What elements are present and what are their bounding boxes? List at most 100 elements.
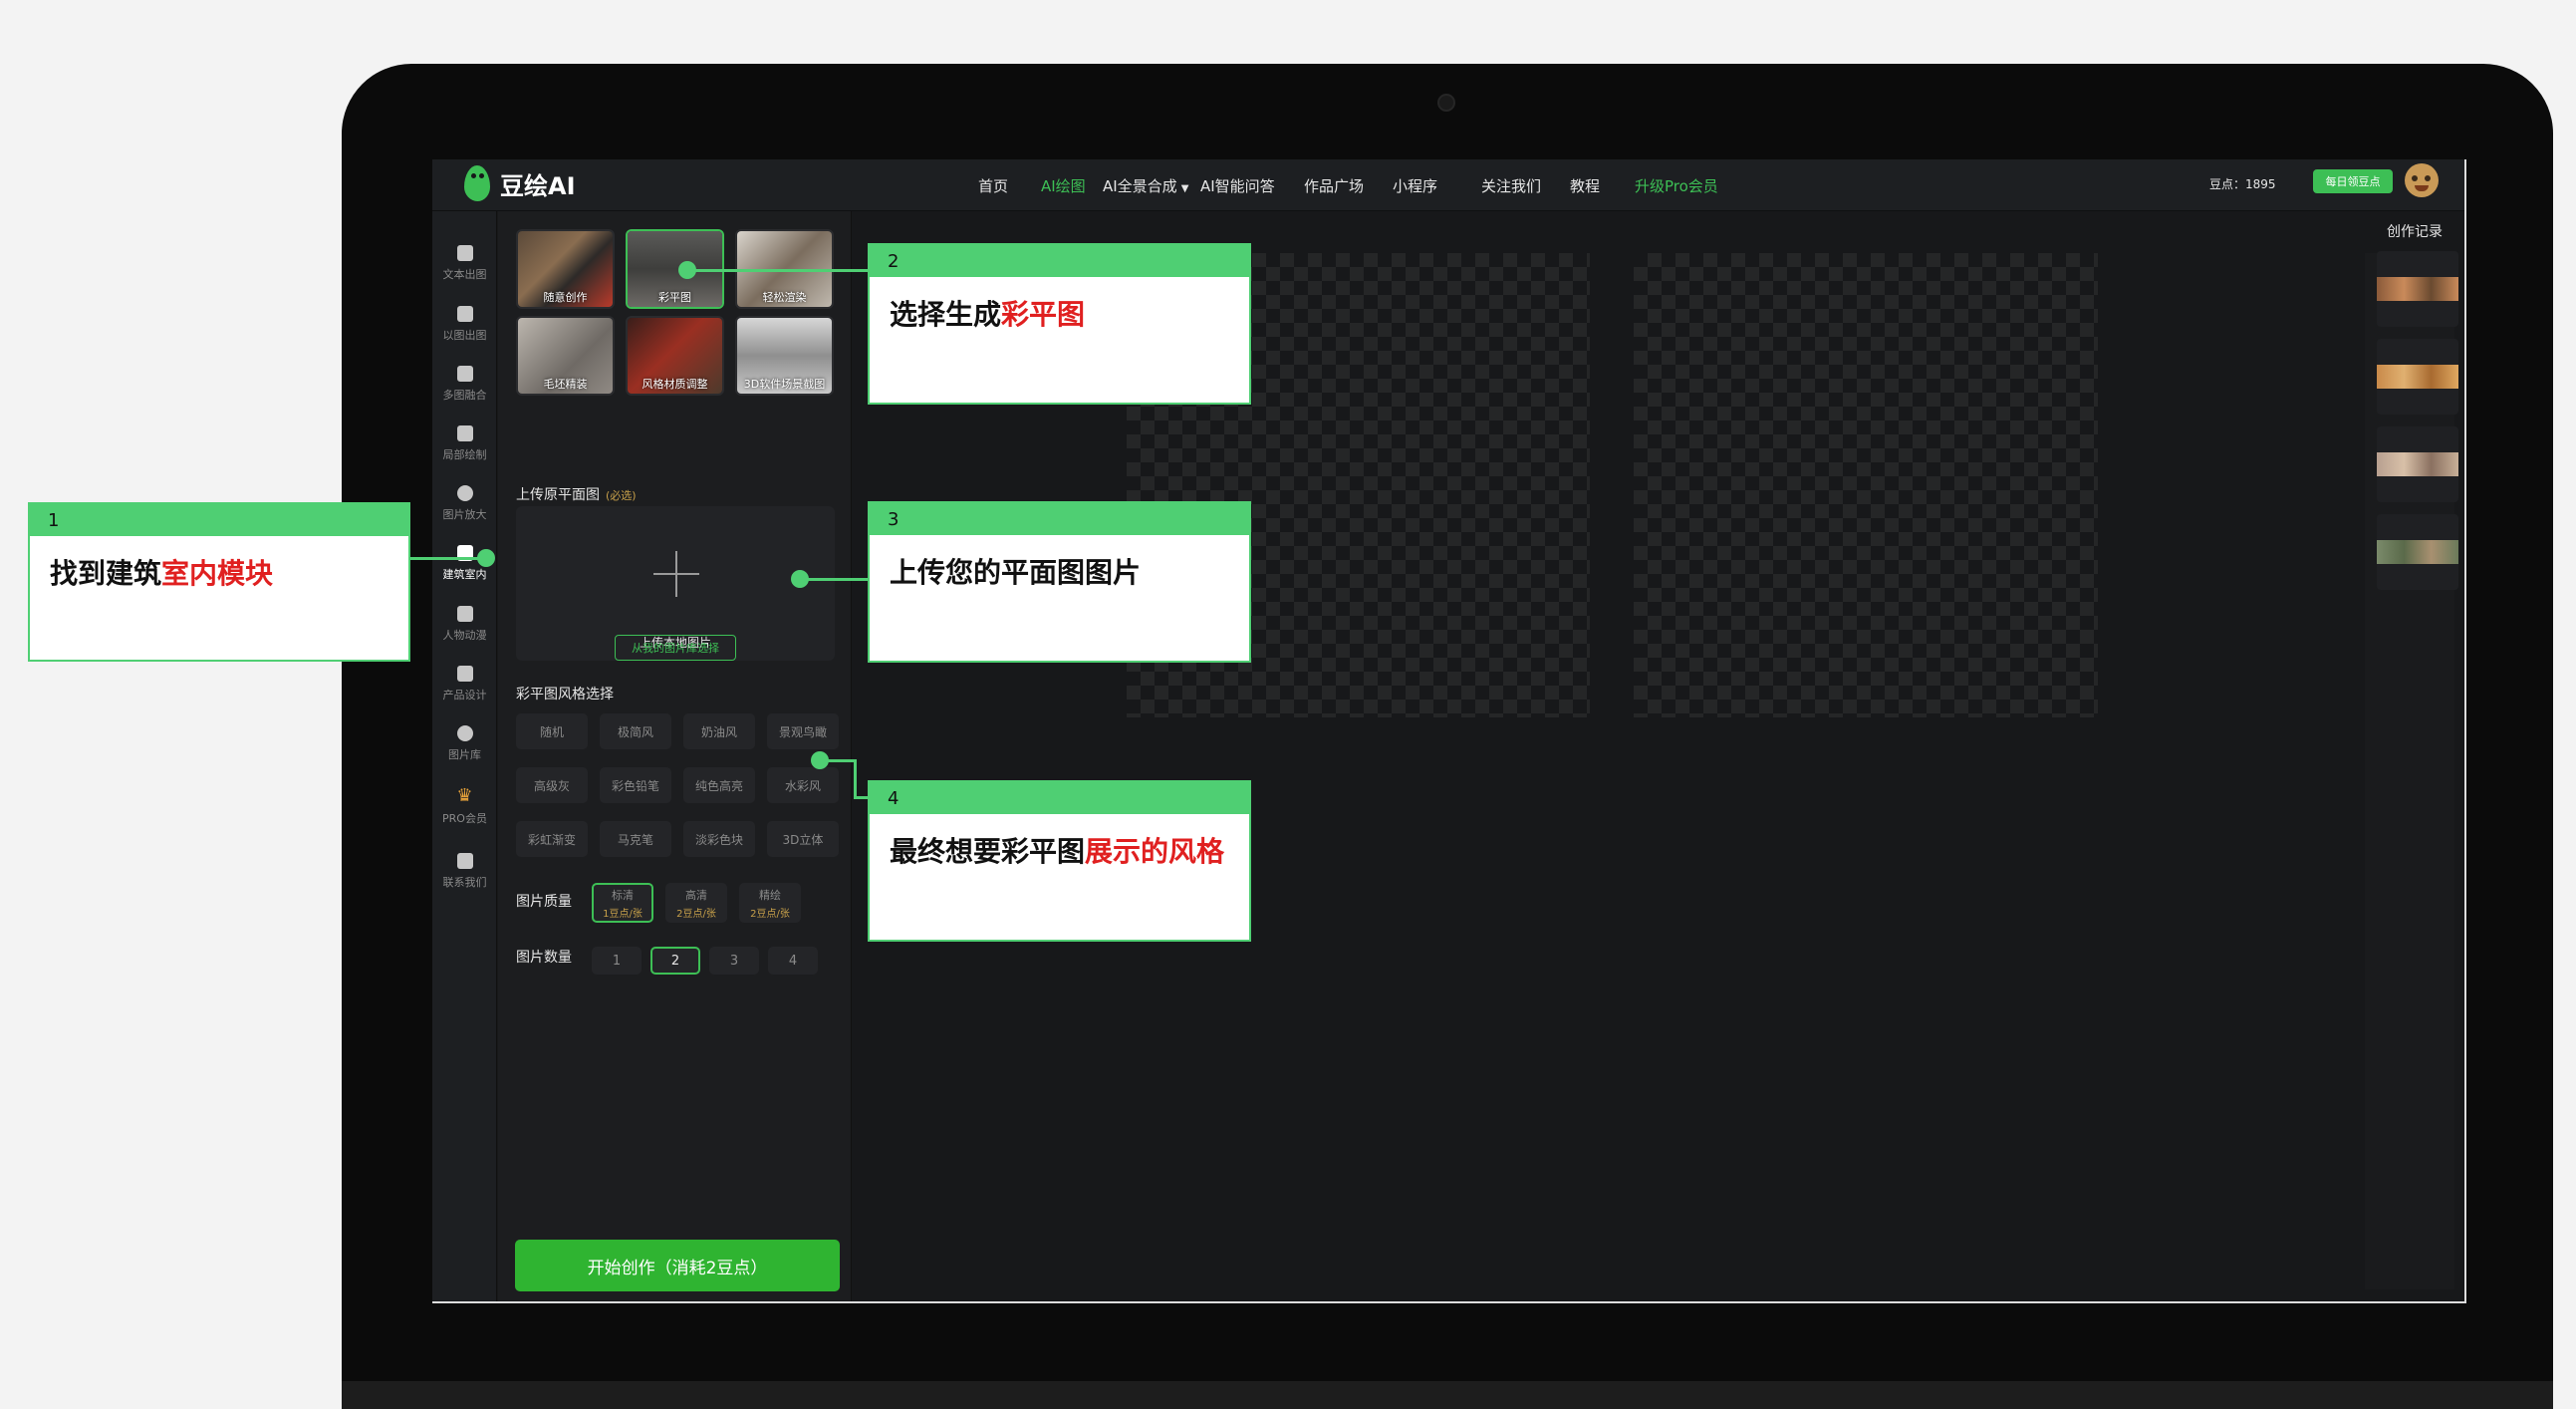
sidebar-item-label: 以图出图	[442, 329, 487, 342]
style-option-3[interactable]: 景观鸟瞰	[767, 713, 839, 749]
annotation-highlight-text: 室内模块	[161, 557, 274, 590]
magnifier-icon	[456, 485, 473, 501]
mode-label: 彩平图	[658, 291, 691, 304]
style-option-8[interactable]: 彩虹渐变	[516, 821, 588, 857]
nav-item-3[interactable]: AI智能问答	[1200, 175, 1275, 196]
daily-points-button[interactable]: 每日领豆点	[2313, 169, 2393, 193]
nav-item-label: AI智能问答	[1200, 176, 1275, 195]
quality-option-0[interactable]: 标清 1豆点/张	[592, 883, 653, 923]
avatar[interactable]	[2405, 163, 2439, 197]
sidebar-item-label: 图片放大	[442, 508, 487, 521]
library-select-button[interactable]: 从我的图片库选择	[615, 635, 736, 661]
style-option-6[interactable]: 纯色高亮	[683, 767, 755, 803]
style-option-1[interactable]: 极简风	[600, 713, 671, 749]
quality-cost: 1豆点/张	[603, 908, 643, 920]
quality-section-title: 图片质量	[516, 894, 572, 910]
annotation-plain-text: 最终想要彩平图	[890, 835, 1086, 868]
connector-4c	[854, 796, 868, 799]
sidebar-item-6[interactable]: 人物动漫	[432, 602, 497, 658]
style-option-7[interactable]: 水彩风	[767, 767, 839, 803]
style-option-0[interactable]: 随机	[516, 713, 588, 749]
message-icon	[456, 853, 473, 869]
stage: { "app": { "name": "豆绘AI", "nav": [ {"la…	[0, 0, 2576, 1409]
mode-option-3[interactable]: 毛坯精装	[516, 316, 615, 396]
person-badge-icon	[456, 606, 473, 622]
mode-option-4[interactable]: 风格材质调整	[626, 316, 724, 396]
sidebar-item-label: 图片库	[448, 748, 481, 761]
points-balance: 豆点：1895	[2209, 177, 2276, 191]
sidebar-item-4[interactable]: 图片放大	[432, 481, 497, 537]
quality-name: 高清	[685, 888, 707, 902]
count-option-3[interactable]: 4	[768, 947, 818, 975]
sidebar-item-10[interactable]: 联系我们	[432, 849, 497, 905]
sidebar-item-9[interactable]: ♛ PRO会员	[432, 787, 497, 843]
nav-item-4[interactable]: 作品广场	[1304, 175, 1364, 196]
style-option-10[interactable]: 淡彩色块	[683, 821, 755, 857]
nav-item-5[interactable]: 小程序	[1393, 175, 1437, 196]
annotation-plain-text: 选择生成	[890, 298, 1002, 331]
sidebar-item-8[interactable]: 图片库	[432, 721, 497, 777]
history-item-3[interactable]	[2377, 514, 2458, 590]
nav-item-label: AI绘图	[1041, 176, 1086, 195]
nav-item-8[interactable]: 升级Pro会员	[1635, 175, 1718, 196]
nav-item-label: 小程序	[1393, 176, 1438, 195]
mode-option-5[interactable]: 3D软件场景截图	[735, 316, 834, 396]
sidebar-item-label: 局部绘制	[442, 448, 487, 461]
sidebar-item-label: 产品设计	[442, 689, 487, 702]
nav-item-1[interactable]: AI绘图	[1041, 175, 1086, 196]
history-item-0[interactable]	[2377, 251, 2458, 327]
history-item-2[interactable]	[2377, 426, 2458, 502]
nav-item-label: 作品广场	[1304, 176, 1365, 195]
mode-label: 轻松渲染	[762, 291, 807, 304]
nav-item-6[interactable]: 关注我们	[1481, 175, 1541, 196]
annotation-plain-text: 上传您的平面图图片	[890, 556, 1142, 589]
sidebar-item-label: 人物动漫	[442, 629, 487, 642]
count-option-2[interactable]: 3	[709, 947, 759, 975]
nav-item-2[interactable]: AI全景合成 ▼	[1103, 175, 1188, 196]
style-option-11[interactable]: 3D立体	[767, 821, 839, 857]
nav-item-0[interactable]: 首页	[978, 175, 1008, 196]
paint-bucket-icon	[456, 425, 473, 441]
mode-label: 随意创作	[543, 291, 588, 304]
mode-option-0[interactable]: 随意创作	[516, 229, 615, 309]
laptop-base	[342, 1381, 2553, 1409]
sidebar-item-3[interactable]: 局部绘制	[432, 422, 497, 477]
sidebar: 文本出图以图出图多图融合局部绘制图片放大建筑室内人物动漫产品设计图片库 ♛ PRO会…	[432, 211, 497, 1301]
sidebar-item-label: 建筑室内	[442, 568, 487, 581]
history-thumbnail	[2377, 452, 2458, 476]
crown-icon: ♛	[456, 785, 473, 806]
sidebar-item-1[interactable]: 以图出图	[432, 302, 497, 358]
style-option-2[interactable]: 奶油风	[683, 713, 755, 749]
history-thumbnail	[2377, 277, 2458, 301]
style-option-9[interactable]: 马克笔	[600, 821, 671, 857]
document-icon	[456, 245, 473, 261]
camera-icon	[1437, 94, 1455, 112]
nav-item-7[interactable]: 教程	[1570, 175, 1600, 196]
sidebar-item-2[interactable]: 多图融合	[432, 362, 497, 418]
count-section-title: 图片数量	[516, 950, 572, 966]
history-item-1[interactable]	[2377, 339, 2458, 415]
sidebar-item-0[interactable]: 文本出图	[432, 241, 497, 297]
nav-item-label: 首页	[978, 176, 1009, 195]
nav-item-label: 教程	[1570, 176, 1601, 195]
connector-dot-1	[477, 549, 495, 567]
chat-bubbles-icon	[456, 366, 473, 382]
count-option-0[interactable]: 1	[592, 947, 642, 975]
app-screen: 豆绘AI 首页 AI绘图 AI全景合成 ▼ AI智能问答 作品广场 小程序 关注我们 教程 升级P…	[432, 159, 2466, 1303]
connector-4b	[854, 759, 857, 799]
connector-dot-4	[811, 751, 829, 769]
quality-option-1[interactable]: 高清 2豆点/张	[665, 883, 727, 923]
sidebar-item-7[interactable]: 产品设计	[432, 662, 497, 717]
count-option-1[interactable]: 2	[650, 947, 700, 975]
annotation-text: 最终想要彩平图展示的风格	[870, 814, 1249, 891]
style-option-4[interactable]: 高级灰	[516, 767, 588, 803]
annotation-number: 4	[870, 782, 1249, 814]
quality-option-2[interactable]: 精绘 2豆点/张	[739, 883, 801, 923]
annotation-text: 选择生成彩平图	[870, 277, 1249, 354]
image-icon	[456, 306, 473, 322]
start-create-button[interactable]: 开始创作（消耗2豆点）	[515, 1240, 840, 1291]
style-option-5[interactable]: 彩色铅笔	[600, 767, 671, 803]
mode-label: 3D软件场景截图	[743, 378, 826, 391]
mode-label: 毛坯精装	[543, 378, 588, 391]
logo[interactable]: 豆绘AI	[464, 165, 576, 201]
